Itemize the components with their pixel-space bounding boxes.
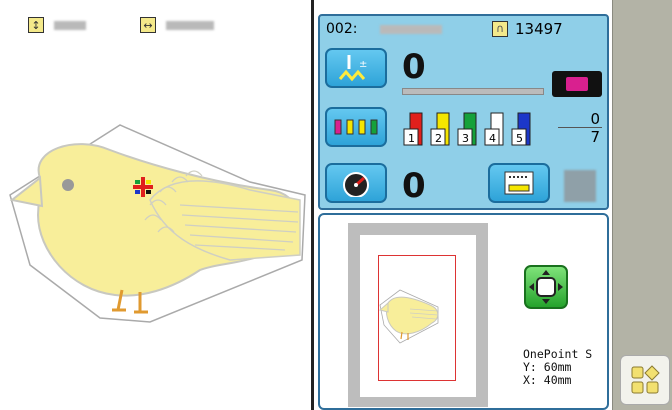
stitch-count-icon: ∩	[492, 21, 508, 37]
color-change-total: 7	[590, 128, 600, 146]
thread-spools-icon	[334, 119, 378, 135]
apps-grid-icon	[631, 365, 660, 394]
speedometer-icon	[343, 172, 369, 197]
svg-text:3: 3	[462, 132, 469, 145]
hoop-preview	[348, 223, 488, 407]
thread-spool-list: 1 2 3 4 5	[403, 112, 531, 146]
move-arrows-icon	[529, 270, 563, 304]
stitch-jump-button[interactable]: ±	[325, 48, 387, 88]
pattern-name	[380, 25, 442, 34]
apps-menu-button[interactable]	[620, 355, 670, 405]
svg-text:±: ±	[359, 59, 367, 70]
color-change-counter: 0 7	[556, 110, 602, 146]
design-thumbnail	[378, 289, 439, 344]
side-strip	[612, 0, 672, 410]
thread-spool-4: 4	[484, 112, 504, 146]
color-change-current: 0	[590, 110, 600, 128]
machine-status-button[interactable]	[488, 163, 550, 203]
svg-text:2: 2	[435, 132, 442, 145]
stitch-progress-value: 0	[402, 47, 426, 87]
bird-design-image	[9, 124, 306, 323]
thread-cut-icon	[566, 77, 588, 91]
design-width: X: 40mm	[523, 373, 572, 387]
status-panel: 002: ∩ 13497 ± 0 1 2 3 4 5 0 7 0	[318, 14, 609, 210]
thread-spool-5: 5	[511, 112, 531, 146]
status-blurred-indicator	[564, 170, 596, 202]
needle-stitch-icon: ±	[338, 55, 367, 82]
stitch-count: 13497	[515, 20, 563, 38]
machine-head-icon	[504, 171, 534, 195]
thread-cut-indicator	[552, 71, 602, 97]
preview-panel: OnePoint S Y: 60mm X: 40mm	[318, 213, 609, 410]
thread-spool-2: 2	[430, 112, 450, 146]
speed-button[interactable]	[325, 163, 387, 203]
move-design-button[interactable]	[524, 265, 568, 309]
svg-text:1: 1	[408, 132, 415, 145]
hoop-inner	[360, 235, 476, 397]
stitch-progress-bar	[402, 88, 544, 95]
pattern-number: 002:	[326, 21, 358, 37]
speed-value: 0	[402, 166, 426, 206]
design-canvas[interactable]: ↕ ↔	[0, 0, 314, 410]
thread-spool-3: 3	[457, 112, 477, 146]
preview-info: OnePoint S Y: 60mm X: 40mm	[523, 348, 592, 387]
pattern-header: 002: ∩ 13497	[320, 16, 607, 42]
embroidery-machine-screen: ↕ ↔ 002: ∩ 13497 ± 0 1 2 3 4 5 0 7 0 One…	[0, 0, 672, 410]
thread-spool-1: 1	[403, 112, 423, 146]
color-sequence-button[interactable]	[325, 107, 387, 147]
svg-text:4: 4	[489, 132, 496, 145]
strip-divider	[612, 0, 613, 410]
svg-text:5: 5	[516, 132, 523, 145]
thread-color-bar: 1 2 3 4 5	[402, 111, 552, 149]
